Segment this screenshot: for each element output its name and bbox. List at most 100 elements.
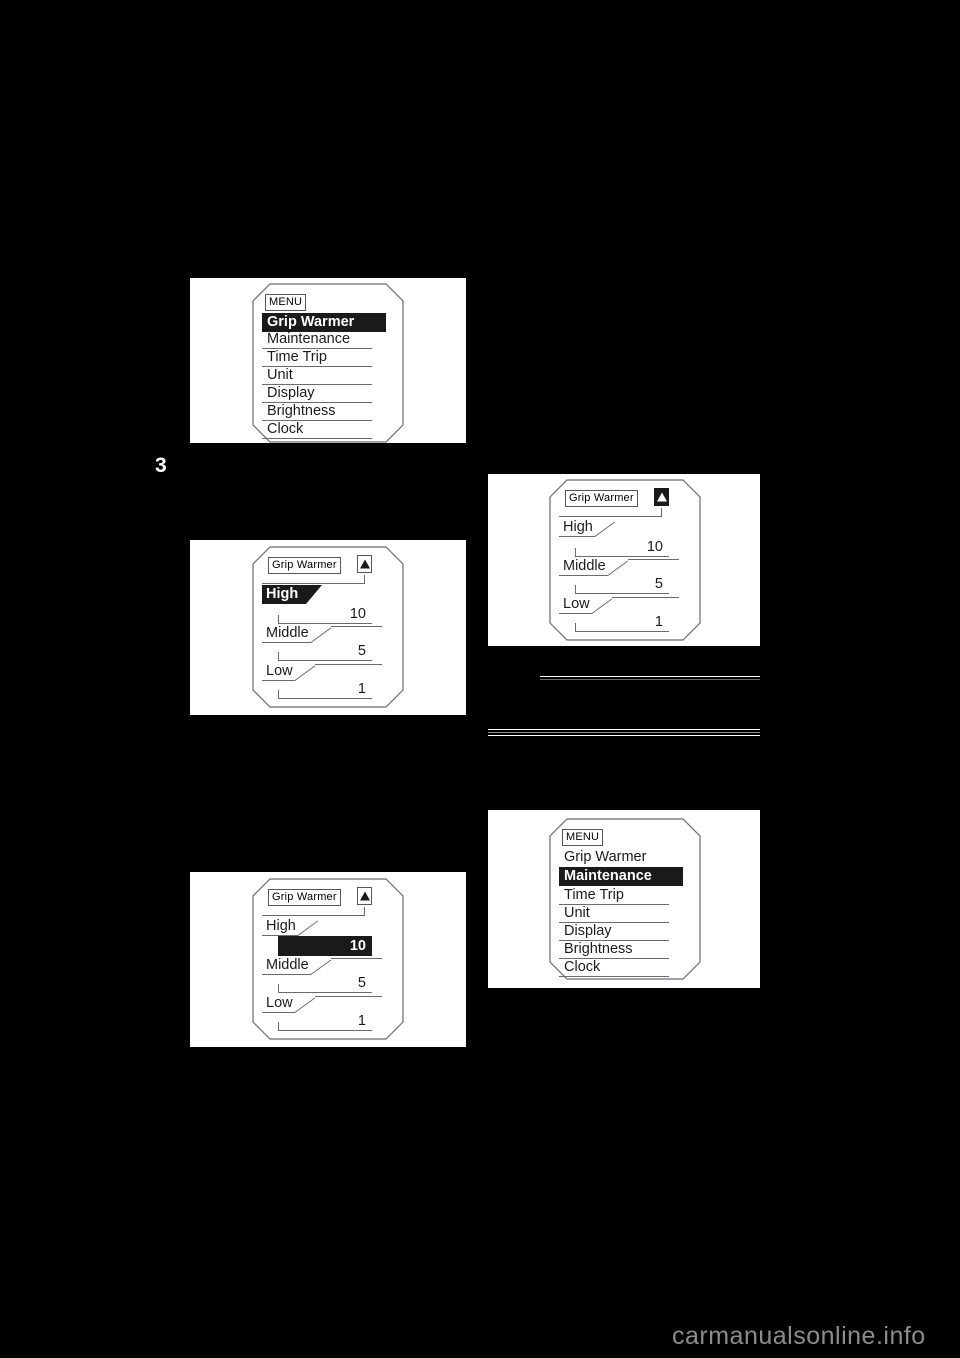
lcd-screen-grip-high: Grip Warmer High 10 Middle 5 Low 1 xyxy=(252,546,404,708)
level-value-low[interactable]: 1 xyxy=(575,614,669,632)
menu-item-maintenance[interactable]: Maintenance xyxy=(559,867,683,887)
level-value-high[interactable]: 10 xyxy=(575,539,669,557)
menu-item-unit[interactable]: Unit xyxy=(559,905,669,923)
menu-item-grip-warmer[interactable]: Grip Warmer xyxy=(559,849,683,868)
level-label-high[interactable]: High xyxy=(262,918,372,936)
figure-menu-maintenance: MENU Grip Warmer Maintenance Time Trip U… xyxy=(488,810,760,988)
menu-item-display[interactable]: Display xyxy=(262,385,372,403)
nota-heading-rule-highlight xyxy=(540,676,760,677)
lcd-screen-grip-value: Grip Warmer High 10 Middle 5 Low 1 xyxy=(252,878,404,1040)
menu-item-label: Display xyxy=(267,385,315,401)
menu-item-label: Maintenance xyxy=(267,331,351,347)
level-label-high[interactable]: High xyxy=(262,585,322,605)
level-value-middle[interactable]: 5 xyxy=(278,643,372,661)
selection-highlight-tip xyxy=(306,585,322,604)
up-arrow-icon[interactable] xyxy=(357,555,372,573)
nota-redaction-mask xyxy=(488,695,760,729)
site-watermark: carmanualsonline.info xyxy=(672,1322,926,1350)
menu-item-brightness[interactable]: Brightness xyxy=(262,403,372,421)
header-connector-drop xyxy=(364,907,365,916)
up-arrow-icon[interactable] xyxy=(357,887,372,905)
menu-item-display[interactable]: Display xyxy=(559,923,669,941)
header-connector-drop xyxy=(661,508,662,517)
level-label-rule xyxy=(559,536,595,537)
level-value-rule xyxy=(278,698,372,699)
level-label-text: Low xyxy=(266,663,293,679)
level-label-middle[interactable]: Middle xyxy=(262,957,382,975)
level-label-slash xyxy=(594,521,616,537)
level-value-rule xyxy=(575,631,669,632)
level-label-slash xyxy=(310,959,332,975)
lcd-screen-menu-maintenance: MENU Grip Warmer Maintenance Time Trip U… xyxy=(549,818,701,980)
figure-grip-warmer-value-selected: Grip Warmer High 10 Middle 5 Low 1 xyxy=(190,872,466,1047)
figure-menu-grip-warmer: MENU Grip Warmer Maintenance Time Trip U… xyxy=(190,278,466,443)
level-label-high[interactable]: High xyxy=(559,519,669,537)
level-value-text: 5 xyxy=(654,576,663,592)
level-label-text: Middle xyxy=(563,558,606,574)
menu-item-rule xyxy=(262,438,372,439)
level-value-text: 1 xyxy=(357,681,366,697)
level-value-tick xyxy=(278,690,279,699)
level-value-middle[interactable]: 5 xyxy=(575,576,669,594)
menu-item-label: Unit xyxy=(267,367,293,383)
menu-item-label: Time Trip xyxy=(564,887,624,903)
level-label-low[interactable]: Low xyxy=(262,663,382,681)
nota-rule-line-2 xyxy=(488,732,760,733)
level-label-low[interactable]: Low xyxy=(559,596,679,614)
menu-item-time-trip[interactable]: Time Trip xyxy=(262,349,372,367)
level-label-middle[interactable]: Middle xyxy=(559,558,679,576)
level-value-text: 10 xyxy=(646,539,663,555)
level-label-text: Low xyxy=(266,995,293,1011)
nota-heading: NOTA xyxy=(488,662,544,684)
level-label-rule-top xyxy=(612,597,679,598)
level-value-low[interactable]: 1 xyxy=(278,1013,372,1031)
nota-block: NOTA Se puede ajustar «Grip Warmer» entr… xyxy=(488,662,760,740)
level-value-tick xyxy=(575,548,576,557)
menu-item-label: Maintenance xyxy=(564,868,652,884)
menu-item-clock[interactable]: Clock xyxy=(262,421,372,439)
menu-item-maintenance[interactable]: Maintenance xyxy=(262,331,372,349)
level-value-low[interactable]: 1 xyxy=(278,681,372,699)
level-value-rule xyxy=(575,556,669,557)
lcd-screen-menu-grip-warmer: MENU Grip Warmer Maintenance Time Trip U… xyxy=(252,283,404,443)
level-value-rule xyxy=(278,992,372,993)
menu-item-unit[interactable]: Unit xyxy=(262,367,372,385)
menu-item-label: Display xyxy=(564,923,612,939)
level-value-text: 10 xyxy=(349,606,366,622)
level-value-rule xyxy=(278,1030,372,1031)
level-label-low[interactable]: Low xyxy=(262,995,382,1013)
level-value-tick xyxy=(575,585,576,594)
level-value-tick xyxy=(278,984,279,993)
level-label-rule-top xyxy=(628,559,679,560)
menu-item-rule xyxy=(559,976,669,977)
level-value-tick xyxy=(575,623,576,632)
level-label-text: Low xyxy=(563,596,590,612)
level-value-tick xyxy=(278,1022,279,1031)
level-value-high[interactable]: 10 xyxy=(278,936,372,956)
menu-item-brightness[interactable]: Brightness xyxy=(559,941,669,959)
level-value-rule xyxy=(575,593,669,594)
menu-item-label: Clock xyxy=(564,959,601,975)
menu-item-label: Brightness xyxy=(564,941,633,957)
level-label-text: Middle xyxy=(266,625,309,641)
grip-warmer-header-tag: Grip Warmer xyxy=(268,889,341,906)
level-label-text: High xyxy=(563,519,593,535)
menu-item-time-trip[interactable]: Time Trip xyxy=(559,887,669,905)
level-label-text: High xyxy=(266,586,299,602)
grip-warmer-header-tag: Grip Warmer xyxy=(565,490,638,507)
nota-heading-rule xyxy=(540,679,760,680)
level-value-text: 1 xyxy=(357,1013,366,1029)
menu-item-label: Unit xyxy=(564,905,590,921)
level-value-text: 10 xyxy=(349,938,366,954)
level-label-rule-top xyxy=(331,958,382,959)
level-label-slash xyxy=(591,598,613,614)
level-value-high[interactable]: 10 xyxy=(278,606,372,624)
level-label-middle[interactable]: Middle xyxy=(262,625,382,643)
grip-warmer-header-tag: Grip Warmer xyxy=(268,557,341,574)
up-arrow-icon[interactable] xyxy=(654,488,669,506)
menu-item-clock[interactable]: Clock xyxy=(559,959,669,977)
level-label-slash xyxy=(294,997,316,1013)
header-connector-line xyxy=(262,583,365,584)
level-value-middle[interactable]: 5 xyxy=(278,975,372,993)
menu-item-label: Clock xyxy=(267,421,304,437)
